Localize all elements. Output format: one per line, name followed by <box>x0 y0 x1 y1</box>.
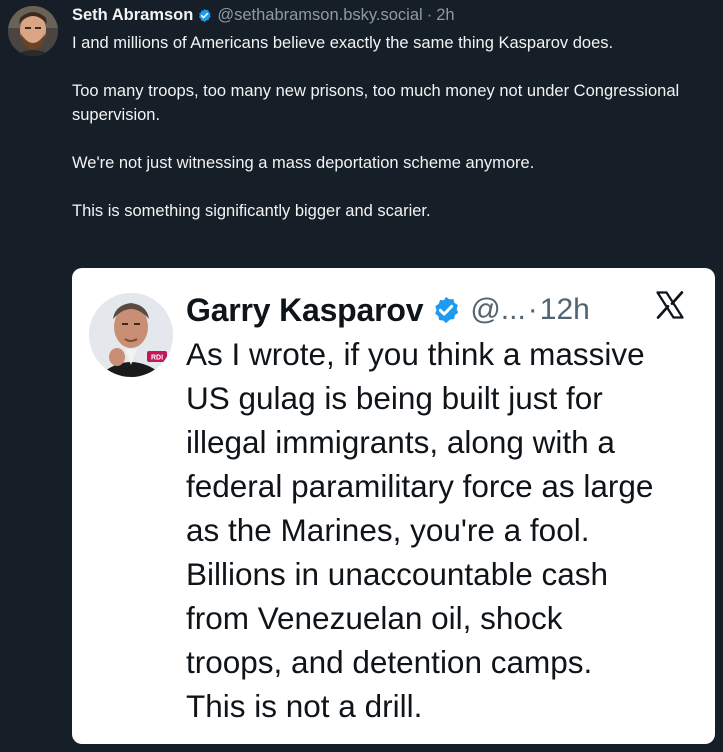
quoted-author-avatar-image: RDI <box>89 293 173 377</box>
post-timestamp[interactable]: 2h <box>436 6 454 25</box>
quoted-verified-badge-icon <box>431 295 461 325</box>
post-body: I and millions of Americans believe exac… <box>72 31 702 247</box>
post-paragraph: This is something significantly bigger a… <box>72 202 431 220</box>
quoted-post-timestamp[interactable]: 12h <box>540 293 590 327</box>
post: Seth Abramson @sethabramson.bsky.social … <box>0 0 723 752</box>
x-logo-icon <box>655 290 685 320</box>
quoted-post-header: Garry Kasparov @... · 12h <box>186 288 590 332</box>
author-display-name[interactable]: Seth Abramson <box>72 6 193 25</box>
quoted-text-line: US gulag is being built just for <box>186 380 603 416</box>
post-paragraph: I and millions of Americans believe exac… <box>72 34 614 52</box>
post-paragraph: Too many troops, too many new prisons, t… <box>72 82 680 124</box>
post-header: Seth Abramson @sethabramson.bsky.social … <box>72 4 455 26</box>
quoted-author-display-name[interactable]: Garry Kasparov <box>186 292 424 329</box>
quoted-text-line: Billions in unaccountable cash <box>186 556 609 592</box>
author-handle[interactable]: @sethabramson.bsky.social <box>217 6 422 25</box>
quoted-post-card[interactable]: RDI Garry Kasparov @... · 12h As I wrote… <box>72 268 715 744</box>
quoted-text-line: As I wrote, if you think a massive <box>186 336 645 372</box>
header-separator: · <box>426 5 433 24</box>
quoted-text-line: illegal immigrants, along with a <box>186 424 615 460</box>
verified-badge-icon <box>197 8 212 23</box>
quoted-text-line: federal paramilitary force as large <box>186 468 654 504</box>
post-paragraph: We're not just witnessing a mass deporta… <box>72 154 535 172</box>
quoted-text-line: troops, and detention camps. <box>186 644 593 680</box>
quoted-author-handle[interactable]: @... <box>470 293 525 327</box>
author-avatar[interactable] <box>8 6 58 56</box>
rdi-badge-text: RDI <box>151 355 163 362</box>
quoted-author-avatar[interactable]: RDI <box>89 293 173 377</box>
quoted-text-line: This is not a drill. <box>186 688 423 724</box>
quoted-header-separator: · <box>527 293 538 326</box>
quoted-text-line: from Venezuelan oil, shock <box>186 600 563 636</box>
author-avatar-image <box>8 6 58 56</box>
quoted-post-text: As I wrote, if you think a massive US gu… <box>186 332 706 728</box>
quoted-text-line: as the Marines, you're a fool. <box>186 512 590 548</box>
